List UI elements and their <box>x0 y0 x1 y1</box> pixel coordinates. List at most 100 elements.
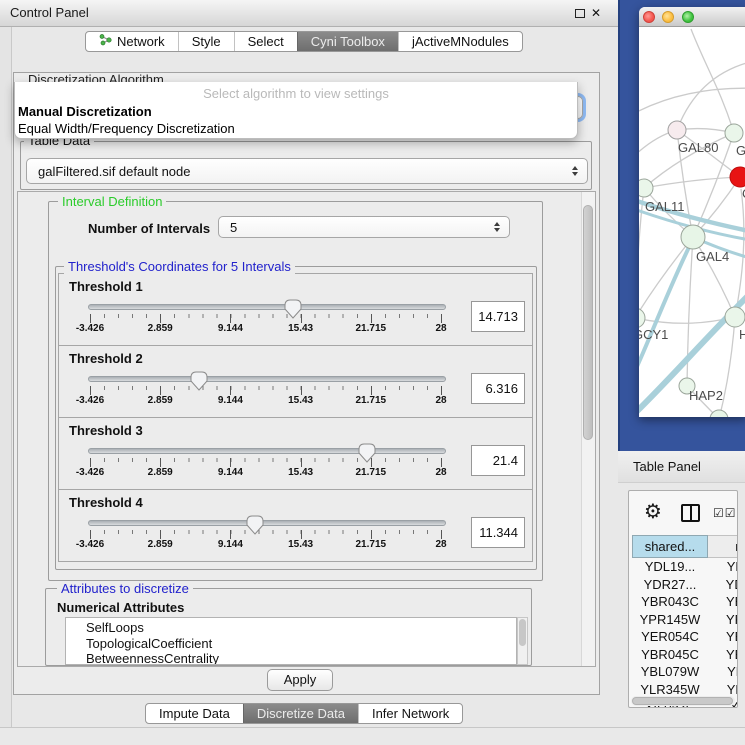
cell-shared-name[interactable]: YPR145W <box>632 612 708 627</box>
slider-tick-label: 28 <box>435 467 446 478</box>
slider-tick-label: 9.144 <box>218 467 243 478</box>
network-edge[interactable] <box>687 237 693 386</box>
cell-shared-name[interactable]: YBR045C <box>632 647 708 662</box>
slider-track-4[interactable] <box>88 520 446 526</box>
tab-jactivemnodules[interactable]: jActiveMNodules <box>398 32 522 51</box>
cell-name[interactable]: YBL0 <box>708 664 738 679</box>
threshold-panel-3: Threshold 3-3.4262.8599.14415.4321.71528… <box>58 417 533 490</box>
tab-select[interactable]: Select <box>234 32 297 51</box>
tab-cyni-toolbox[interactable]: Cyni Toolbox <box>297 32 398 51</box>
network-node[interactable] <box>681 225 705 249</box>
slider-thumb-2[interactable] <box>190 371 208 391</box>
dropdown-placeholder: Select algorithm to view settings <box>15 86 577 101</box>
minimize-traffic-light[interactable] <box>662 11 674 23</box>
select-columns-icon[interactable]: ☑☑ <box>713 506 737 520</box>
cell-name[interactable]: YPR1 <box>708 612 738 627</box>
cell-shared-name[interactable]: YBL079W <box>632 664 708 679</box>
attribute-item-topologicalcoefficient[interactable]: TopologicalCoefficient <box>86 636 516 652</box>
threshold-value-field-4[interactable]: 11.344 <box>471 517 525 548</box>
cell-shared-name[interactable]: YBR043C <box>632 594 708 609</box>
cell-name[interactable]: YBR0 <box>708 647 738 662</box>
network-node[interactable] <box>725 124 743 142</box>
slider-tick-label: 15.43 <box>288 467 313 478</box>
slider-track-1[interactable] <box>88 304 446 310</box>
cell-shared-name[interactable]: YER054C <box>632 629 708 644</box>
attribute-item-selfloops[interactable]: SelfLoops <box>86 620 516 636</box>
threshold-value-field-2[interactable]: 6.316 <box>471 373 525 404</box>
network-icon <box>99 32 112 51</box>
close-traffic-light[interactable] <box>643 11 655 23</box>
slider-thumb-1[interactable] <box>284 299 302 319</box>
cell-name[interactable]: YBR0 <box>708 594 738 609</box>
column-header-name[interactable]: na <box>708 535 738 558</box>
network-window-frame[interactable]: GAL80GACGAL11GAL4GCY1HHAP2 <box>618 0 745 451</box>
slider-tick-label: 9.144 <box>218 323 243 334</box>
table-row[interactable]: YPR145WYPR1 <box>632 611 738 629</box>
cell-name[interactable]: YER0 <box>708 629 738 644</box>
cell-shared-name[interactable]: YLR345W <box>632 682 708 697</box>
threshold-value-field-3[interactable]: 21.4 <box>471 445 525 476</box>
cell-name[interactable]: YDL1 <box>708 559 738 574</box>
float-window-icon[interactable] <box>575 9 585 18</box>
tab-network[interactable]: Network <box>86 32 178 51</box>
table-row[interactable]: YBR043CYBR0 <box>632 593 738 611</box>
network-node[interactable] <box>725 307 745 327</box>
table-data-combobox[interactable]: galFiltered.sif default node <box>26 158 588 184</box>
slider-thumb-3[interactable] <box>358 443 376 463</box>
settings-scrollbar-thumb[interactable] <box>583 205 593 440</box>
slider-tick-label: 28 <box>435 395 446 406</box>
attribute-item-betweennesscentrality[interactable]: BetweennessCentrality <box>86 651 516 665</box>
network-node[interactable] <box>730 167 745 187</box>
table-row[interactable]: YDL19...YDL1 <box>632 558 738 576</box>
network-edge[interactable] <box>644 177 740 188</box>
slider-tick-label: -3.426 <box>76 539 104 550</box>
network-canvas[interactable]: GAL80GACGAL11GAL4GCY1HHAP2 <box>639 27 745 417</box>
slider-track-2[interactable] <box>88 376 446 382</box>
network-edge[interactable] <box>639 188 644 318</box>
number-of-intervals-value: 5 <box>230 220 237 235</box>
cell-shared-name[interactable]: YDL19... <box>632 559 708 574</box>
close-icon[interactable]: ✕ <box>591 6 601 20</box>
slider-major-tick <box>160 458 161 467</box>
network-edge[interactable] <box>639 237 693 318</box>
attributes-group-label: Attributes to discretize <box>57 581 193 596</box>
zoom-traffic-light[interactable] <box>682 11 694 23</box>
tab-impute-data[interactable]: Impute Data <box>146 704 243 723</box>
cell-name[interactable]: YLR3 <box>708 682 738 697</box>
numerical-attributes-list[interactable]: SelfLoopsTopologicalCoefficientBetweenne… <box>65 617 517 665</box>
table-row[interactable]: YDR27...YDR2 <box>632 576 738 594</box>
tab-infer-network[interactable]: Infer Network <box>358 704 462 723</box>
slider-major-tick <box>230 314 231 323</box>
slider-thumb-4[interactable] <box>246 515 264 535</box>
network-node[interactable] <box>668 121 686 139</box>
table-row[interactable]: YER054CYER0 <box>632 628 738 646</box>
cell-name[interactable]: YDR2 <box>708 577 738 592</box>
attributes-scrollbar-thumb[interactable] <box>519 619 526 646</box>
slider-tick-label: -3.426 <box>76 395 104 406</box>
column-header-shared-name[interactable]: shared... <box>632 535 708 558</box>
network-window-titlebar[interactable] <box>639 7 745 27</box>
table-row[interactable]: YBL079WYBL0 <box>632 663 738 681</box>
node-label-gal11: GAL11 <box>645 199 685 214</box>
dropdown-option-equal-width-frequency[interactable]: Equal Width/Frequency Discretization <box>18 121 235 136</box>
apply-button[interactable]: Apply <box>267 669 333 691</box>
network-node[interactable] <box>639 308 645 328</box>
network-node[interactable] <box>639 179 653 197</box>
cell-shared-name[interactable]: YDR27... <box>632 577 708 592</box>
table-hscrollbar-thumb[interactable] <box>632 697 733 705</box>
gear-icon[interactable]: ⚙ <box>644 499 662 524</box>
dropdown-option-manual-discretization[interactable]: Manual Discretization <box>18 104 152 119</box>
slider-minor-ticks <box>90 314 442 318</box>
table-row[interactable]: YBR045CYBR0 <box>632 646 738 664</box>
split-columns-icon[interactable] <box>681 504 700 522</box>
tab-discretize-data[interactable]: Discretize Data <box>243 704 358 723</box>
threshold-value-field-1[interactable]: 14.713 <box>471 301 525 332</box>
tab-style[interactable]: Style <box>178 32 234 51</box>
slider-tick-label: 9.144 <box>218 539 243 550</box>
number-of-intervals-combobox[interactable]: 5 <box>218 216 510 238</box>
slider-tick-label: 21.715 <box>356 467 387 478</box>
panel-title: Control Panel <box>10 0 89 26</box>
slider-track-3[interactable] <box>88 448 446 454</box>
network-edge[interactable] <box>691 29 734 133</box>
network-node[interactable] <box>710 410 728 417</box>
